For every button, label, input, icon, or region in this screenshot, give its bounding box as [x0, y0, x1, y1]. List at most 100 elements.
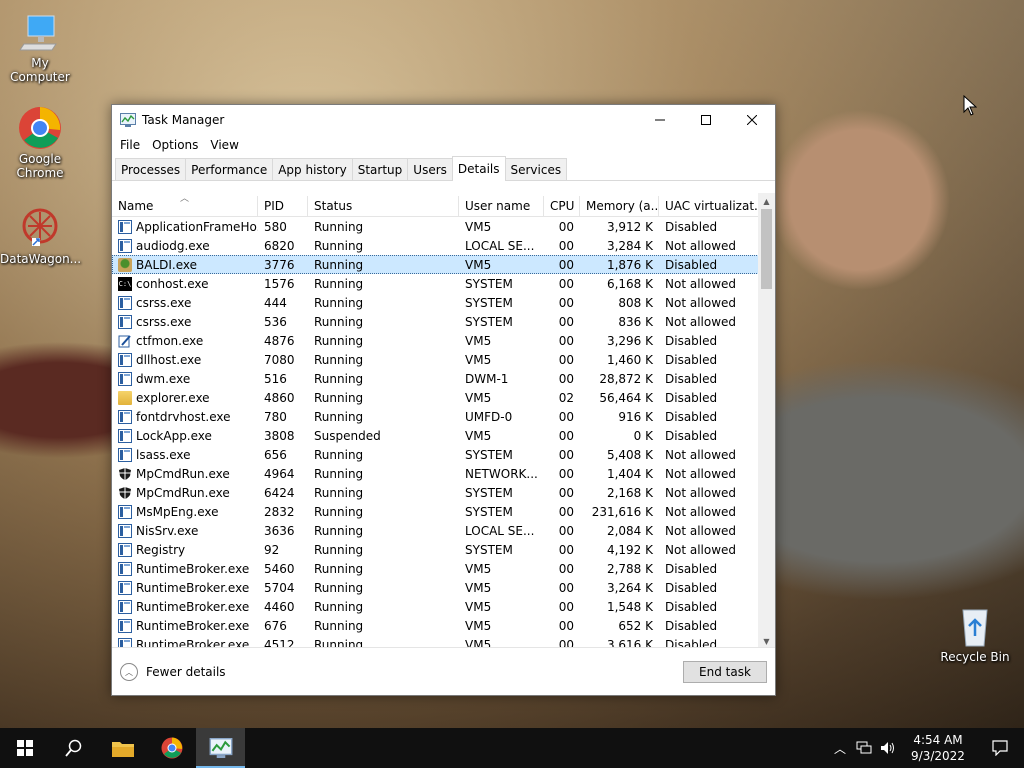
process-uac: Disabled: [665, 257, 718, 272]
scrollbar-thumb[interactable]: [761, 209, 772, 289]
window-app-icon: [118, 219, 132, 234]
table-row[interactable]: MpCmdRun.exe 6424 Running SYSTEM 00 2,168 K No…: [112, 483, 775, 502]
table-row[interactable]: dwm.exe 516 Running DWM-1 00 28,872 K Disabled: [112, 369, 775, 388]
scroll-down-icon[interactable]: ▼: [758, 634, 775, 648]
table-row[interactable]: RuntimeBroker.exe 676 Running VM5 00 652 K Dis…: [112, 616, 775, 635]
process-memory: 1,460 K: [606, 352, 653, 367]
table-row[interactable]: C:\ conhost.exe 1576 Running SYSTEM 00 6,168 K…: [112, 274, 775, 293]
desktop-icon-my-computer[interactable]: My Computer: [0, 10, 80, 84]
clock-time: 4:54 AM: [913, 733, 963, 747]
process-user: SYSTEM: [465, 295, 513, 310]
maximize-button[interactable]: [683, 105, 729, 135]
chevron-up-icon[interactable]: ︿: [828, 740, 852, 757]
process-name: MpCmdRun.exe: [112, 483, 258, 502]
close-button[interactable]: [729, 105, 775, 135]
table-row[interactable]: RuntimeBroker.exe 5460 Running VM5 00 2,788 K…: [112, 559, 775, 578]
column-header-uac[interactable]: UAC virtualizat...: [659, 196, 759, 216]
table-row[interactable]: explorer.exe 4860 Running VM5 02 56,464 K Disa…: [112, 388, 775, 407]
title-bar[interactable]: Task Manager: [112, 105, 775, 135]
tab-users[interactable]: Users: [407, 158, 453, 180]
process-status: Running: [314, 371, 364, 386]
process-uac: Disabled: [665, 580, 718, 595]
tab-startup[interactable]: Startup: [351, 158, 409, 180]
tab-performance[interactable]: Performance: [185, 158, 274, 180]
process-cpu: 00: [558, 542, 574, 557]
search-button[interactable]: [49, 728, 98, 768]
process-cpu: 00: [558, 580, 574, 595]
process-status: Running: [314, 523, 364, 538]
table-row[interactable]: ApplicationFrameHo... 580 Running VM5 00 3,91…: [112, 217, 775, 236]
desktop-icon-datawagon[interactable]: DataWagon...: [0, 206, 81, 266]
process-cpu: 00: [558, 352, 574, 367]
process-user: VM5: [465, 352, 492, 367]
process-status: Running: [314, 561, 364, 576]
network-icon[interactable]: [852, 741, 876, 755]
taskbar-chrome[interactable]: [147, 728, 196, 768]
process-uac: Disabled: [665, 333, 718, 348]
process-status: Running: [314, 447, 364, 462]
table-row[interactable]: dllhost.exe 7080 Running VM5 00 1,460 K Disabl…: [112, 350, 775, 369]
task-manager-window[interactable]: Task Manager File Options View Processes…: [111, 104, 776, 696]
tab-processes[interactable]: Processes: [115, 158, 187, 180]
column-header-pid[interactable]: PID: [258, 196, 308, 216]
table-row[interactable]: RuntimeBroker.exe 5704 Running VM5 00 3,264 K…: [112, 578, 775, 597]
menu-options[interactable]: Options: [146, 138, 204, 152]
volume-icon[interactable]: [876, 741, 900, 755]
mouse-cursor-icon: [963, 95, 977, 116]
desktop-icon-recycle-bin[interactable]: Recycle Bin: [935, 604, 1015, 664]
table-row[interactable]: NisSrv.exe 3636 Running LOCAL SE... 00 2,084 …: [112, 521, 775, 540]
table-row[interactable]: MsMpEng.exe 2832 Running SYSTEM 00 231,616 K N…: [112, 502, 775, 521]
process-name-text: MpCmdRun.exe: [136, 485, 230, 500]
column-header-user-name[interactable]: User name: [459, 196, 544, 216]
table-row[interactable]: audiodg.exe 6820 Running LOCAL SE... 00 3,284…: [112, 236, 775, 255]
table-row[interactable]: LockApp.exe 3808 Suspended VM5 00 0 K Disabled: [112, 426, 775, 445]
column-header-cpu[interactable]: CPU: [544, 196, 580, 216]
taskbar-file-explorer[interactable]: [98, 728, 147, 768]
table-row[interactable]: Registry 92 Running SYSTEM 00 4,192 K Not allo…: [112, 540, 775, 559]
action-center-button[interactable]: [976, 728, 1024, 768]
minimize-button[interactable]: [637, 105, 683, 135]
clock[interactable]: 4:54 AM 9/3/2022: [900, 732, 976, 764]
computer-icon: [18, 10, 62, 54]
column-header-status[interactable]: Status: [308, 196, 459, 216]
scroll-up-icon[interactable]: ▲: [758, 194, 775, 208]
tab-details[interactable]: Details: [451, 156, 506, 181]
process-cpu: 00: [558, 504, 574, 519]
start-button[interactable]: [0, 728, 49, 768]
process-user: NETWORK...: [465, 466, 538, 481]
table-row[interactable]: MpCmdRun.exe 4964 Running NETWORK... 00 1,404…: [112, 464, 775, 483]
table-row[interactable]: lsass.exe 656 Running SYSTEM 00 5,408 K Not al…: [112, 445, 775, 464]
table-row[interactable]: csrss.exe 444 Running SYSTEM 00 808 K Not allo…: [112, 293, 775, 312]
table-row[interactable]: csrss.exe 536 Running SYSTEM 00 836 K Not allo…: [112, 312, 775, 331]
process-name: C:\ conhost.exe: [112, 274, 258, 293]
table-row[interactable]: fontdrvhost.exe 780 Running UMFD-0 00 916 K Di…: [112, 407, 775, 426]
column-header-memory[interactable]: Memory (a...: [580, 196, 659, 216]
fewer-details-button[interactable]: ︿ Fewer details: [120, 663, 226, 681]
window-title: Task Manager: [142, 113, 225, 127]
tab-strip: Processes Performance App history Startu…: [112, 155, 775, 181]
taskbar-task-manager[interactable]: [196, 728, 245, 768]
process-cpu: 00: [558, 485, 574, 500]
end-task-button[interactable]: End task: [683, 661, 767, 683]
shield-icon: [118, 467, 132, 481]
process-name: lsass.exe: [112, 445, 258, 464]
tab-services[interactable]: Services: [504, 158, 568, 180]
process-name-text: ApplicationFrameHo...: [136, 219, 258, 234]
process-name-text: Registry: [136, 542, 186, 557]
window-app-icon: [118, 561, 132, 576]
table-row[interactable]: BALDI.exe 3776 Running VM5 00 1,876 K Disabled: [112, 255, 775, 274]
process-memory: 1,876 K: [606, 257, 653, 272]
process-pid: 4860: [264, 390, 295, 405]
vertical-scrollbar[interactable]: ▲ ▼: [758, 193, 775, 649]
window-app-icon: [118, 314, 132, 329]
menu-file[interactable]: File: [114, 138, 146, 152]
menu-view[interactable]: View: [204, 138, 244, 152]
process-pid: 676: [264, 618, 287, 633]
tab-app-history[interactable]: App history: [272, 158, 353, 180]
process-name-text: MsMpEng.exe: [136, 504, 219, 519]
process-pid: 3808: [264, 428, 295, 443]
process-memory: 1,548 K: [606, 599, 653, 614]
table-row[interactable]: ctfmon.exe 4876 Running VM5 00 3,296 K Disable…: [112, 331, 775, 350]
table-row[interactable]: RuntimeBroker.exe 4460 Running VM5 00 1,548 K…: [112, 597, 775, 616]
desktop-icon-chrome[interactable]: Google Chrome: [0, 106, 80, 180]
